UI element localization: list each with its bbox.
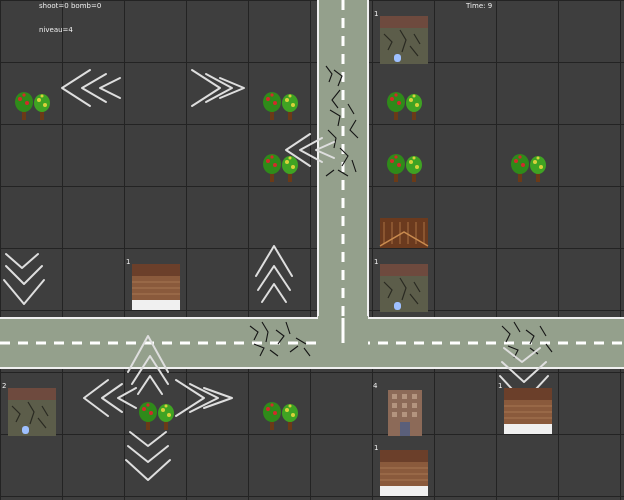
building-count: 1	[374, 10, 378, 18]
tree-icon	[511, 154, 546, 182]
building-count: 1	[374, 258, 378, 266]
arrow-left-icon	[83, 379, 137, 417]
tree-icon	[387, 92, 422, 120]
arrow-up-icon	[255, 245, 293, 303]
building-count: 2	[2, 382, 6, 390]
building-count: 1	[374, 444, 378, 452]
building-wood-house[interactable]: 1	[374, 444, 429, 497]
shoot-label: shoot=	[39, 2, 65, 10]
building-stone-house[interactable]: 1	[374, 10, 429, 65]
building-count: 1	[498, 382, 502, 390]
tree-icon	[263, 402, 298, 430]
tree-icon	[263, 92, 298, 120]
tree-icon	[263, 154, 298, 182]
level-value: 4	[68, 26, 73, 34]
building-stone-house[interactable]: 2	[2, 382, 57, 437]
tree-icon	[387, 154, 422, 182]
tree-icon	[15, 92, 50, 120]
building-stone-house[interactable]: 1	[374, 258, 429, 313]
time-label: Time:	[466, 2, 486, 10]
tree-icon	[139, 402, 174, 430]
arrow-down-icon	[125, 431, 171, 481]
building-tower[interactable]: 4	[373, 382, 422, 436]
barricade-icon	[379, 218, 429, 248]
timer: Time: 9	[466, 2, 492, 10]
building-count: 1	[126, 258, 130, 266]
shoot-value: 0	[64, 2, 69, 10]
building-count: 4	[373, 382, 378, 390]
level-label: niveau=	[39, 26, 69, 34]
shoot-bomb-counter: shoot=0 bomb=0	[39, 2, 101, 10]
arrow-right-icon	[175, 379, 233, 417]
time-value: 9	[487, 2, 493, 10]
arrow-right-icon	[191, 69, 245, 107]
arrow-left-icon	[61, 69, 121, 107]
bomb-value: 0	[96, 2, 102, 10]
road-vertical	[317, 0, 369, 343]
game-viewport[interactable]: 1 1 1 2 4 1 1 shoot=0 bomb=0 niveau=4 Ti…	[0, 0, 624, 500]
game-board[interactable]: 1 1 1 2 4 1 1	[0, 0, 624, 500]
building-wood-house[interactable]: 1	[498, 382, 553, 435]
bomb-label: bomb=	[70, 2, 97, 10]
arrow-down-icon	[3, 253, 45, 305]
building-wood-house[interactable]: 1	[126, 258, 181, 311]
level-indicator: niveau=4	[39, 26, 73, 34]
